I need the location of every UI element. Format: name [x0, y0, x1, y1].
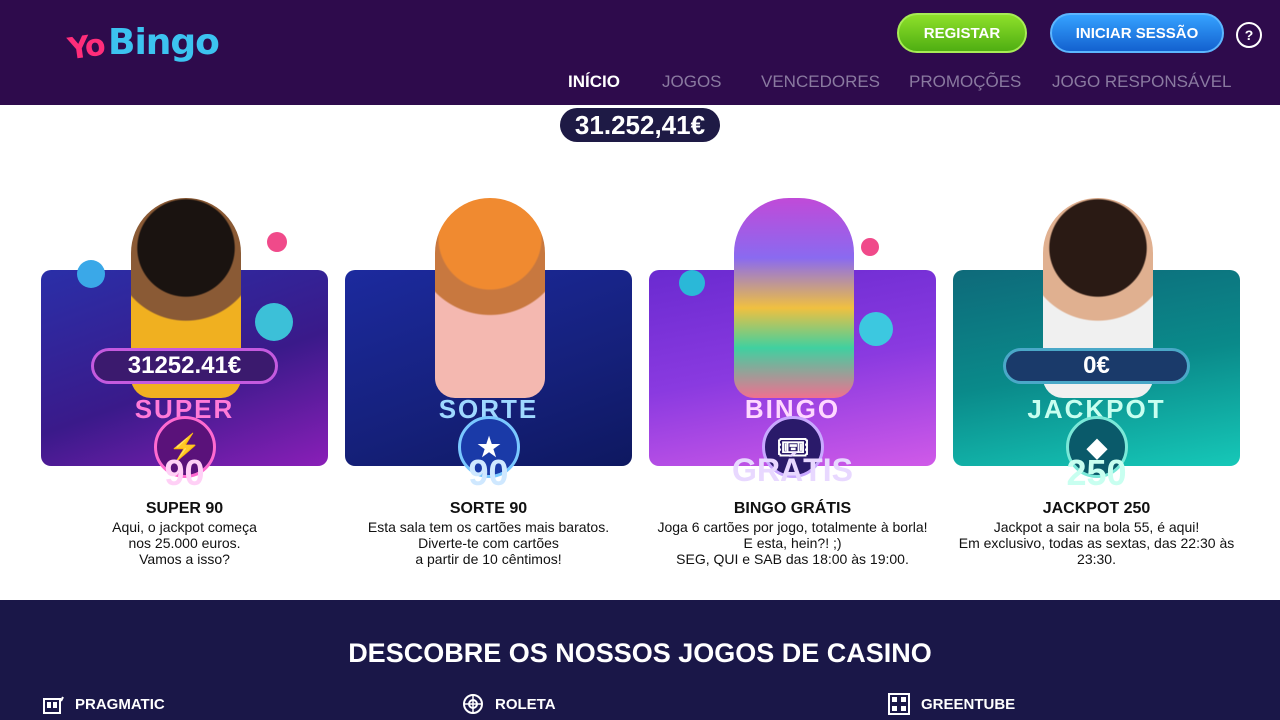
provider-label: ROLETA — [495, 695, 556, 713]
card-description: Aqui, o jackpot começa nos 25.000 euros.… — [112, 519, 257, 567]
badge-number: 90 — [164, 452, 205, 493]
card-bingo-gratis[interactable]: BINGO 🎟 GRÁTIS BINGO GRÁTIS Joga 6 cartõ… — [649, 188, 936, 588]
nav-vencedores[interactable]: VENCEDORES — [761, 72, 880, 92]
nav-promocoes[interactable]: PROMOÇÕES — [909, 72, 1021, 92]
card-title: SORTE 90 — [449, 500, 528, 517]
provider-roleta[interactable]: ROLETA — [461, 692, 556, 716]
card-title: JACKPOT 250 — [1042, 500, 1151, 517]
badge-number: 90 — [468, 452, 509, 493]
bingo-ball — [679, 270, 705, 296]
card-description: Esta sala tem os cartões mais baratos. D… — [367, 519, 610, 567]
badge-number: GRÁTIS — [732, 452, 853, 488]
card-description: Jackpot a sair na bola 55, é aqui! Em ex… — [958, 519, 1235, 567]
main-nav: INÍCIO JOGOS VENCEDORES PROMOÇÕES JOGO R… — [0, 72, 1280, 96]
jackpot-total: 31.252,41€ — [560, 108, 720, 142]
grid-icon — [887, 692, 911, 716]
card-title: SUPER 90 — [145, 500, 224, 517]
logo-yo: Yo — [65, 27, 106, 68]
provider-greentube[interactable]: GREENTUBE — [887, 692, 1015, 716]
nav-jogos[interactable]: JOGOS — [662, 72, 722, 92]
player-photo — [435, 198, 545, 398]
help-icon[interactable]: ? — [1236, 22, 1262, 48]
badge-number: 250 — [1066, 452, 1127, 493]
bingo-ball — [267, 232, 287, 252]
bingo-ball — [77, 260, 105, 288]
provider-label: PRAGMATIC — [75, 695, 165, 713]
card-description: Joga 6 cartões por jogo, totalmente à bo… — [657, 519, 928, 567]
card-sorte-90[interactable]: SORTE ★ 90 SORTE 90 Esta sala tem os car… — [345, 188, 632, 588]
jackpot-pill: 31252.41€ — [91, 348, 278, 384]
provider-label: GREENTUBE — [921, 695, 1016, 713]
casino-title: DESCOBRE OS NOSSOS JOGOS DE CASINO — [348, 638, 932, 668]
jackpot-pill: 0€ — [1003, 348, 1190, 384]
bingo-ball — [861, 238, 879, 256]
card-jackpot-250[interactable]: 0€ JACKPOT ◆ 250 JACKPOT 250 Jackpot a s… — [953, 188, 1240, 588]
register-button[interactable]: REGISTAR — [897, 13, 1027, 53]
parrot-mascot — [734, 198, 854, 398]
site-header: Yo Bingo REGISTAR INICIAR SESSÃO ? INÍCI… — [0, 0, 1280, 105]
card-super-90[interactable]: 31252.41€ SUPER ⚡ 90 SUPER 90 Aqui, o ja… — [41, 188, 328, 588]
provider-pragmatic[interactable]: PRAGMATIC — [41, 692, 165, 716]
nav-jogo-responsavel[interactable]: JOGO RESPONSÁVEL — [1052, 72, 1232, 92]
roulette-icon — [461, 692, 485, 716]
logo-bingo: Bingo — [108, 22, 220, 63]
casino-section: DESCOBRE OS NOSSOS JOGOS DE CASINO PRAGM… — [0, 600, 1280, 720]
bingo-ball — [255, 303, 293, 341]
slot-machine-icon — [41, 692, 65, 716]
bingo-ball — [859, 312, 893, 346]
card-title: BINGO GRÁTIS — [733, 500, 852, 517]
nav-inicio[interactable]: INÍCIO — [568, 72, 620, 92]
login-button[interactable]: INICIAR SESSÃO — [1050, 13, 1224, 53]
